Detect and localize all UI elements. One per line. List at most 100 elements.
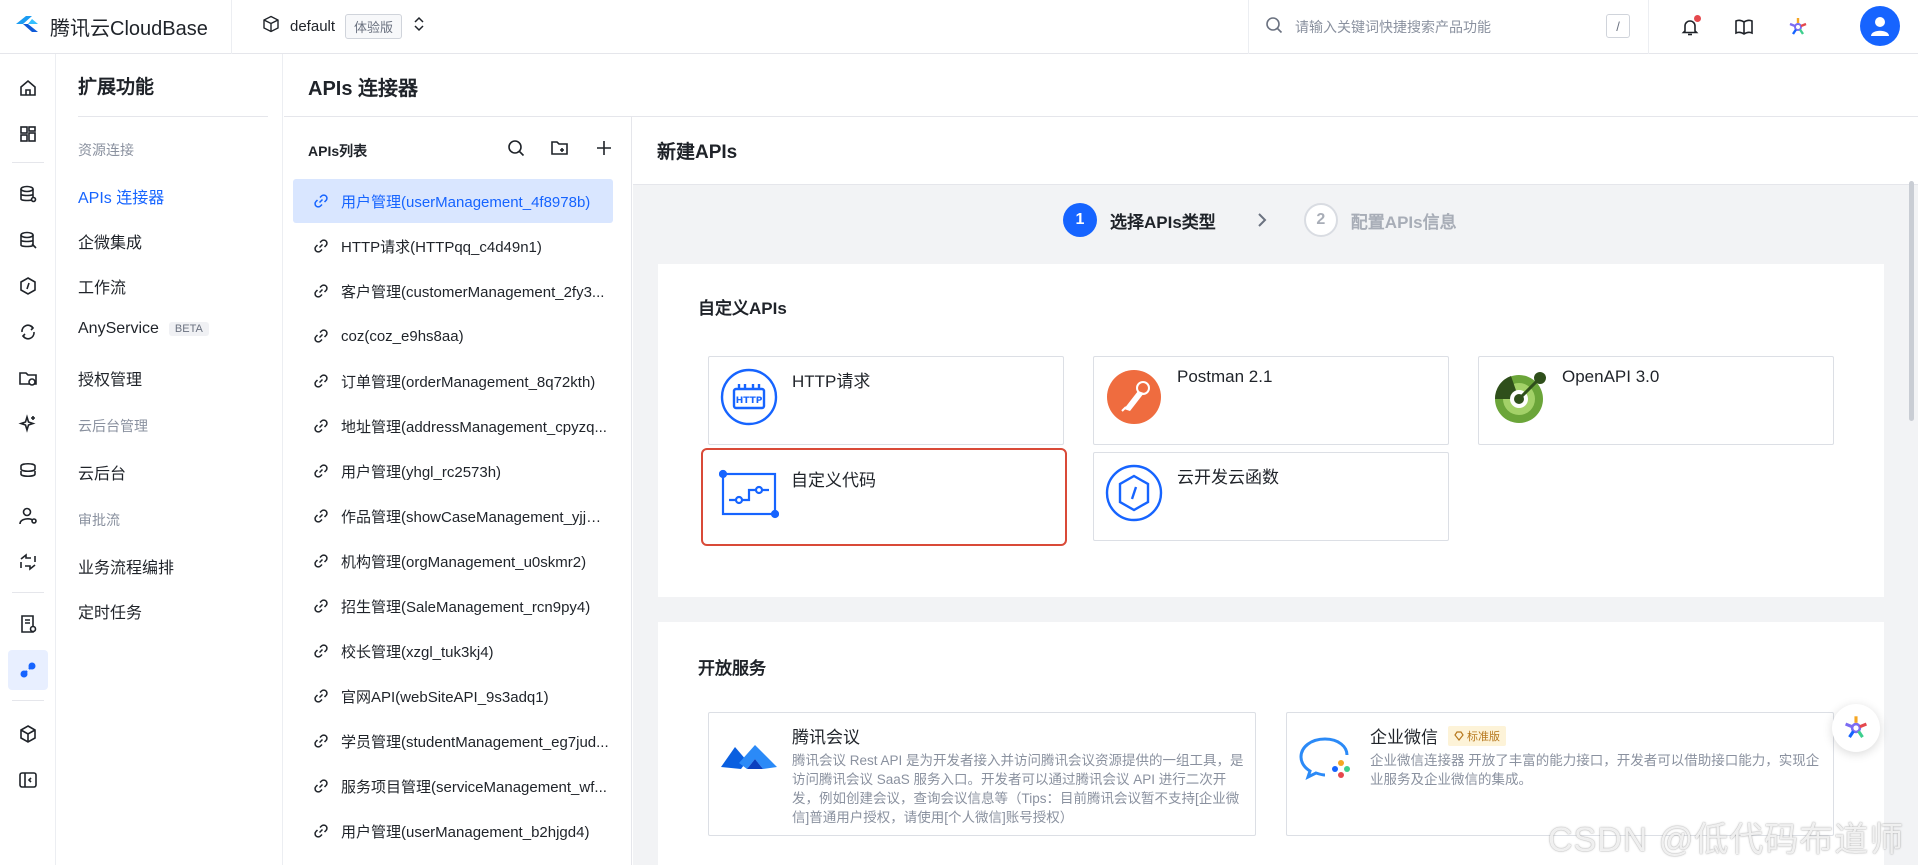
sidebar-item-apis[interactable]: APIs 连接器 bbox=[78, 184, 164, 208]
brand[interactable]: 腾讯云CloudBase bbox=[0, 0, 232, 54]
card-cloud-function[interactable]: 云开发云函数 bbox=[1093, 452, 1449, 541]
collapse-sidebar-icon[interactable] bbox=[8, 760, 48, 800]
database-icon[interactable] bbox=[8, 174, 48, 214]
sort-arrows-icon bbox=[412, 15, 426, 38]
wecom-icon bbox=[1295, 733, 1359, 781]
chevron-right-icon bbox=[1256, 211, 1268, 229]
bell-icon[interactable] bbox=[1677, 14, 1703, 40]
card-cloud-function-name: 云开发云函数 bbox=[1177, 468, 1279, 487]
sidebar-item-backend[interactable]: 云后台 bbox=[78, 460, 126, 484]
sidebar-title: 扩展功能 bbox=[78, 77, 155, 98]
floating-assistant-button[interactable] bbox=[1832, 704, 1880, 752]
env-switcher[interactable]: default 体验版 bbox=[232, 0, 426, 54]
card-custom-code-name: 自定义代码 bbox=[791, 471, 876, 490]
api-list-item-label: 校长管理(xzgl_tuk3kj4) bbox=[341, 643, 494, 661]
api-list-item[interactable]: 招生管理(SaleManagement_rcn9py4) bbox=[293, 584, 613, 628]
link-icon bbox=[313, 463, 329, 479]
extensions-sidebar: 扩展功能 资源连接 APIs 连接器 企微集成 工作流 AnyService B… bbox=[56, 54, 283, 865]
sidebar-group-backend: 云后台管理 bbox=[78, 418, 148, 434]
api-list-item-label: 学员管理(studentManagement_eg7jud... bbox=[341, 733, 609, 751]
api-list-item[interactable]: 用户管理(userManagement_b2hjgd4) bbox=[293, 809, 613, 853]
integration-icon[interactable] bbox=[8, 542, 48, 582]
api-list-item-label: 用户管理(yhgl_rc2573h) bbox=[341, 463, 502, 481]
search-icon[interactable] bbox=[503, 135, 529, 161]
api-list-item-label: 官网API(webSiteAPI_9s3adq1) bbox=[341, 688, 549, 706]
api-list-item[interactable]: 用户管理(yhgl_rc2573h) bbox=[293, 449, 613, 493]
api-list-title: APIs列表 bbox=[308, 143, 368, 159]
user-icon bbox=[1871, 17, 1889, 36]
step-2-number: 2 bbox=[1303, 203, 1338, 237]
api-list-item[interactable]: 订单管理(orderManagement_8q72kth) bbox=[293, 359, 613, 403]
api-list-item[interactable]: 官网API(webSiteAPI_9s3adq1) bbox=[293, 674, 613, 718]
sidebar-item-workflow[interactable]: 工作流 bbox=[78, 274, 126, 298]
api-list-item[interactable]: 作品管理(showCaseManagement_yjjm... bbox=[293, 494, 613, 538]
diamond-icon bbox=[1454, 730, 1464, 741]
user-avatar[interactable] bbox=[1860, 6, 1900, 46]
billing-icon[interactable] bbox=[8, 604, 48, 644]
sidebar-item-auth[interactable]: 授权管理 bbox=[78, 366, 142, 390]
link-icon bbox=[313, 283, 329, 299]
api-list-item[interactable]: 客户管理(customerManagement_2fy3... bbox=[293, 269, 613, 313]
api-list-item[interactable]: 用户管理(userManagement_4f8978b) bbox=[293, 179, 613, 223]
sidebar-item-anyservice[interactable]: AnyService BETA bbox=[78, 320, 209, 338]
card-http-name: HTTP请求 bbox=[792, 372, 871, 391]
beta-badge: BETA bbox=[168, 322, 209, 336]
custom-code-icon bbox=[718, 468, 780, 528]
card-http-request[interactable]: HTTP HTTP请求 bbox=[708, 356, 1064, 445]
service-tencent-meeting[interactable]: 腾讯会议 腾讯会议 Rest API 是为开发者接入并访问腾讯会议资源提供的一组… bbox=[708, 712, 1256, 836]
service-meeting-name: 腾讯会议 bbox=[792, 728, 860, 747]
api-list-item[interactable]: 校长管理(xzgl_tuk3kj4) bbox=[293, 629, 613, 673]
rail-divider bbox=[12, 162, 44, 163]
content-scrollbar[interactable] bbox=[1909, 181, 1914, 421]
identity-icon[interactable] bbox=[8, 496, 48, 536]
data-model-icon[interactable] bbox=[8, 450, 48, 490]
search-input[interactable] bbox=[1295, 19, 1595, 35]
nosql-database-icon[interactable] bbox=[8, 220, 48, 260]
link-icon bbox=[313, 508, 329, 524]
search-icon bbox=[1265, 16, 1283, 39]
ai-sparkle-icon[interactable] bbox=[8, 404, 48, 444]
card-postman-name: Postman 2.1 bbox=[1177, 367, 1273, 386]
card-postman[interactable]: Postman 2.1 bbox=[1093, 356, 1449, 445]
api-list-item-label: 用户管理(userManagement_4f8978b) bbox=[341, 193, 591, 211]
api-list-item[interactable]: HTTP请求(HTTPqq_c4d49n1) bbox=[293, 224, 613, 268]
link-icon bbox=[313, 553, 329, 569]
book-icon[interactable] bbox=[1731, 14, 1757, 40]
top-actions bbox=[1648, 0, 1811, 54]
sidebar-item-cron[interactable]: 定时任务 bbox=[78, 599, 142, 623]
api-list-item[interactable]: 地址管理(addressManagement_cpyzq... bbox=[293, 404, 613, 448]
plus-icon[interactable] bbox=[591, 135, 617, 161]
new-api-content: 新建APIs 1 选择APIs类型 2 配置APIs信息 自定义APIs HTT… bbox=[633, 117, 1918, 865]
dashboard-icon[interactable] bbox=[8, 114, 48, 154]
api-list-item-label: HTTP请求(HTTPqq_c4d49n1) bbox=[341, 238, 542, 256]
api-list-item[interactable]: coz(coz_e9hs8aa) bbox=[293, 314, 613, 358]
link-icon bbox=[313, 238, 329, 254]
sidebar-item-process[interactable]: 业务流程编排 bbox=[78, 554, 174, 578]
global-search[interactable]: / bbox=[1248, 0, 1648, 54]
step-1-number: 1 bbox=[1063, 203, 1097, 237]
sidebar-item-wecom[interactable]: 企微集成 bbox=[78, 229, 142, 253]
api-list-item[interactable]: 机构管理(orgManagement_u0skmr2) bbox=[293, 539, 613, 583]
card-custom-code[interactable]: 自定义代码 bbox=[701, 448, 1067, 546]
service-wecom-desc: 企业微信连接器 开放了丰富的能力接口，开发者可以借助接口能力，实现企业服务及企业… bbox=[1370, 753, 1820, 787]
main-header: APIs 连接器 bbox=[284, 54, 1918, 117]
plugin-icon[interactable] bbox=[8, 714, 48, 754]
link-icon bbox=[313, 823, 329, 839]
card-openapi[interactable]: OpenAPI 3.0 bbox=[1478, 356, 1834, 445]
cloud-storage-icon[interactable] bbox=[8, 358, 48, 398]
cloud-function-icon[interactable] bbox=[8, 266, 48, 306]
cloud-run-icon[interactable] bbox=[8, 312, 48, 352]
service-meeting-desc: 腾讯会议 Rest API 是为开发者接入并访问腾讯会议资源提供的一组工具，是访… bbox=[792, 753, 1244, 825]
content-title: 新建APIs bbox=[657, 142, 738, 163]
home-icon[interactable] bbox=[8, 68, 48, 108]
new-folder-icon[interactable] bbox=[547, 135, 573, 161]
custom-apis-panel: 自定义APIs HTTP HTTP请求 Postman 2.1 OpenAPI … bbox=[658, 264, 1884, 597]
extensions-icon[interactable] bbox=[8, 650, 48, 690]
search-shortcut-key: / bbox=[1606, 14, 1630, 38]
api-list-panel: APIs列表 用户管理(userManagement_4f8978b) HTTP请… bbox=[284, 117, 632, 865]
api-list-item[interactable]: 学员管理(studentManagement_eg7jud... bbox=[293, 719, 613, 763]
ai-assistant-icon[interactable] bbox=[1785, 14, 1811, 40]
tencent-meeting-icon bbox=[717, 733, 781, 781]
rail-divider bbox=[12, 700, 44, 701]
api-list-item[interactable]: 服务项目管理(serviceManagement_wf... bbox=[293, 764, 613, 808]
